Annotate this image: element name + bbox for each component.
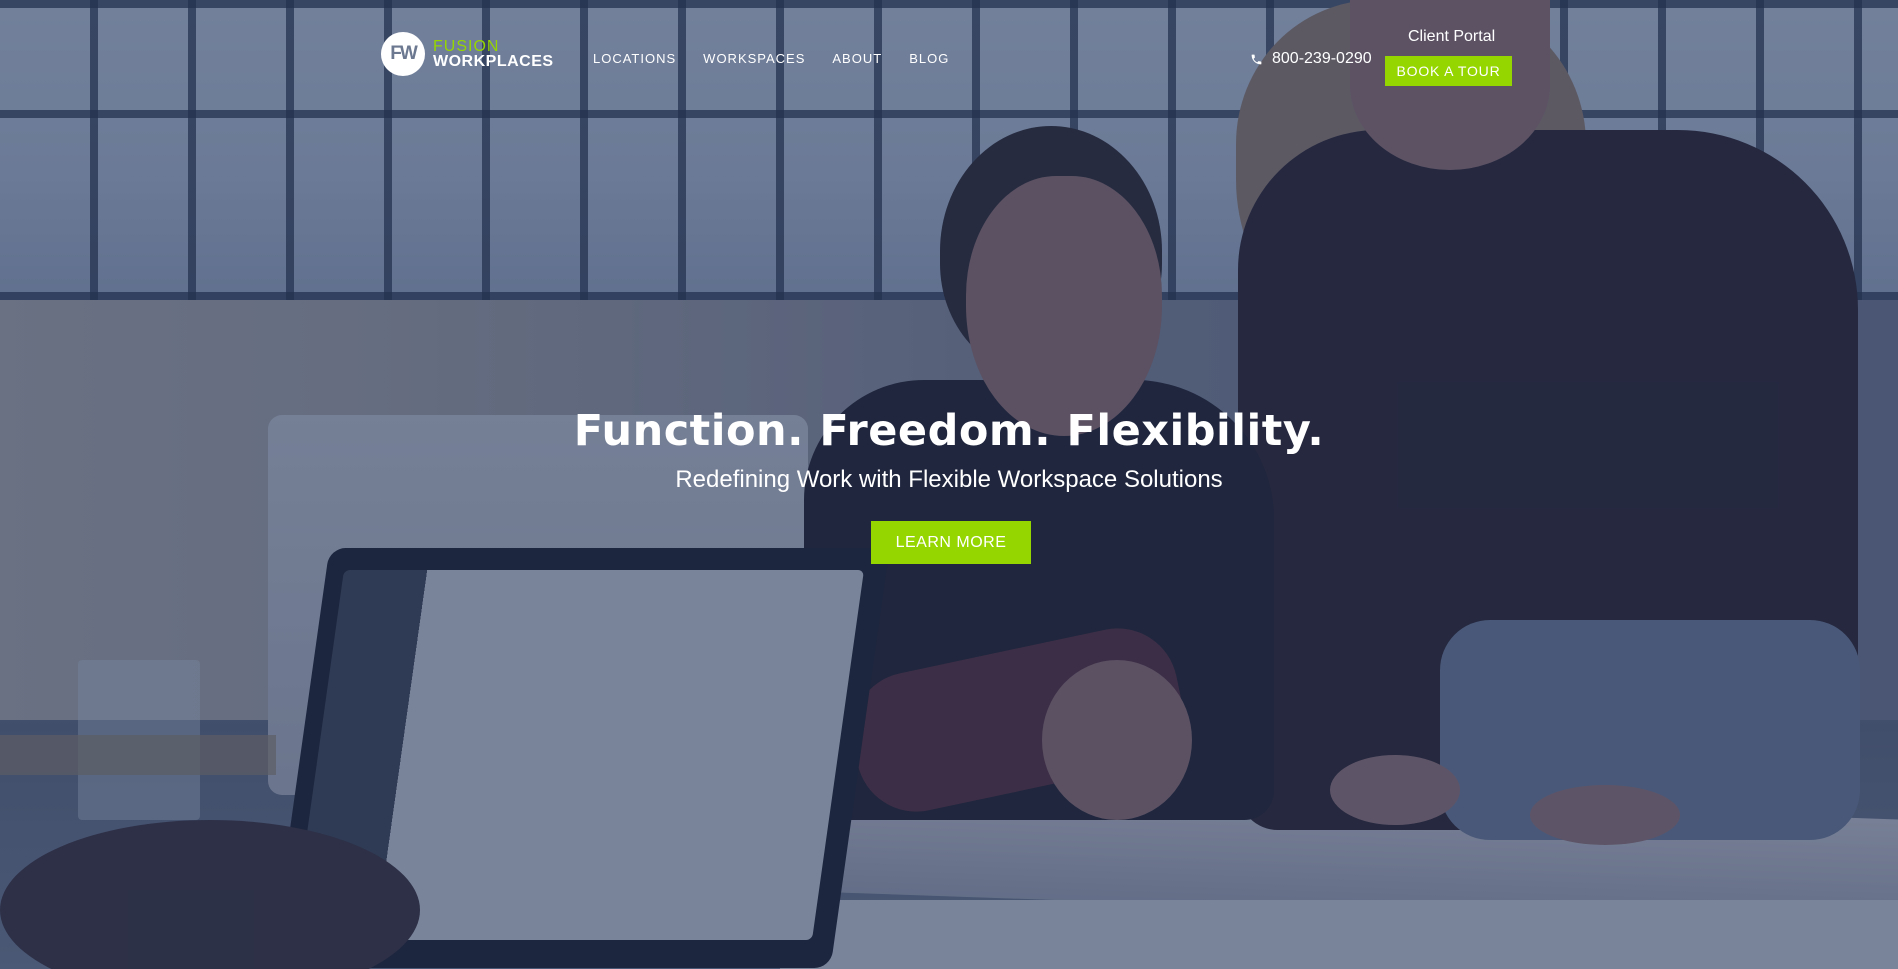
site-header: FW FUSION WORKPLACES LOCATIONS WORKSPACE… [0, 0, 1898, 110]
learn-more-button[interactable]: LEARN MORE [871, 521, 1031, 564]
nav-item-workspaces[interactable]: WORKSPACES [703, 51, 805, 66]
phone-number: 800-239-0290 [1272, 50, 1372, 67]
phone-link[interactable]: 800-239-0290 [1250, 50, 1372, 68]
nav-item-about[interactable]: ABOUT [832, 51, 882, 66]
logo-text: FUSION WORKPLACES [433, 38, 554, 70]
book-tour-button[interactable]: BOOK A TOUR [1385, 56, 1512, 86]
logo-mark: FW [381, 32, 425, 76]
main-nav: LOCATIONS WORKSPACES ABOUT BLOG [593, 51, 949, 66]
logo-line-fusion: FUSION [433, 38, 500, 55]
hero-title: Function. Freedom. Flexibility. [573, 406, 1325, 456]
nav-item-blog[interactable]: BLOG [909, 51, 949, 66]
logo-line-workplaces: WORKPLACES [433, 53, 554, 70]
client-portal-link[interactable]: Client Portal [1408, 28, 1495, 46]
site-logo[interactable]: FW FUSION WORKPLACES [381, 32, 554, 76]
phone-icon [1250, 53, 1263, 66]
hero-subtitle: Redefining Work with Flexible Workspace … [675, 466, 1223, 493]
nav-item-locations[interactable]: LOCATIONS [593, 51, 676, 66]
